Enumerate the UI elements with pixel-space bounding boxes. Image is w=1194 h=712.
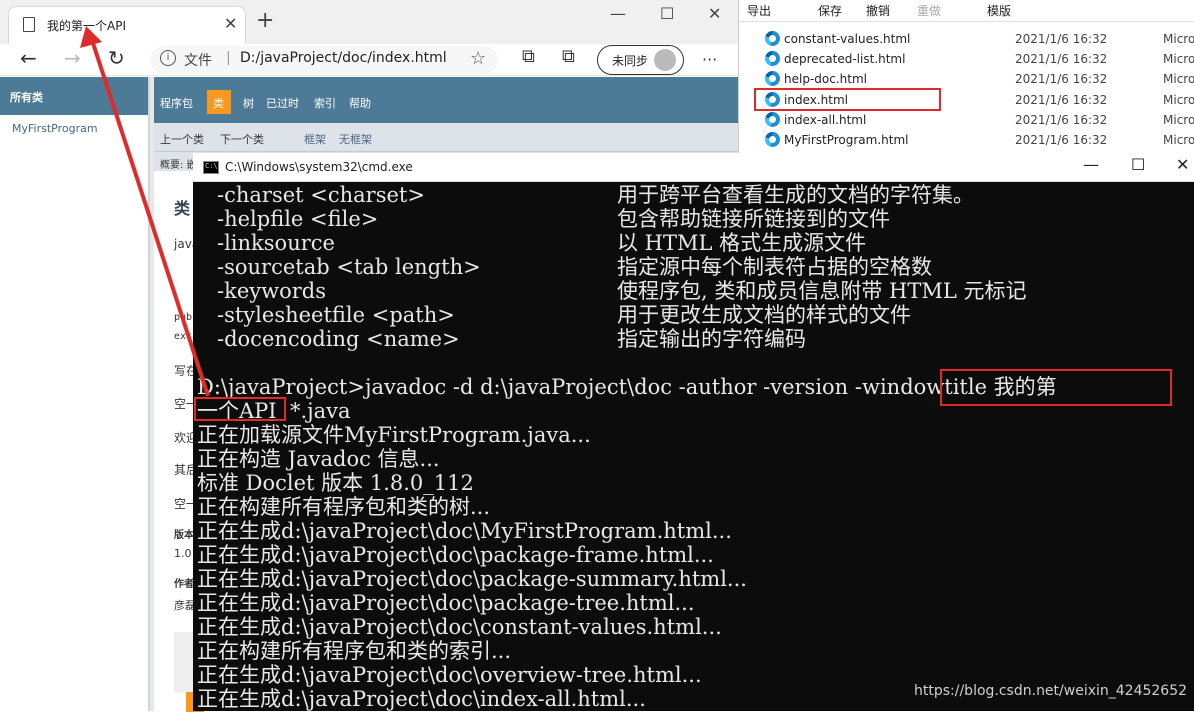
annotation-arrowhead [80,26,102,48]
watermark: https://blog.csdn.net/weixin_42452652 [914,683,1188,699]
annotation-arrow-line [90,39,210,397]
annotation-arrow-layer [80,26,210,397]
